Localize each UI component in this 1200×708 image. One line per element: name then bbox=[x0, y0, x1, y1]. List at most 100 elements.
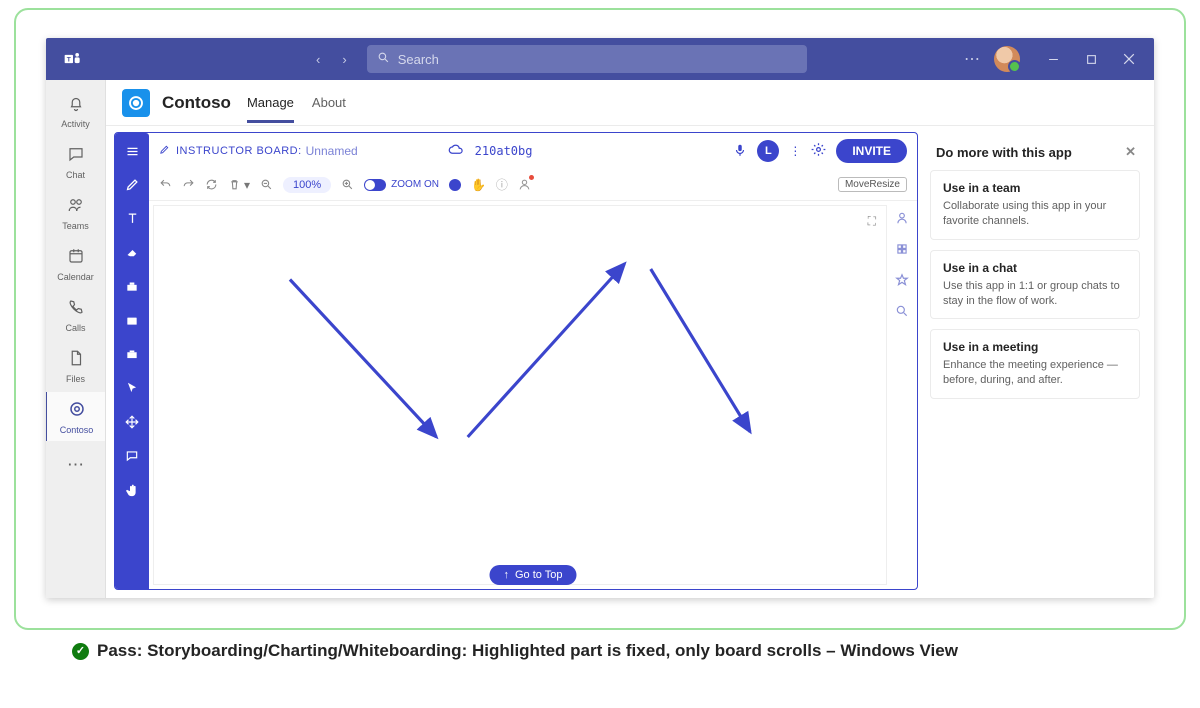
pointer-tool[interactable] bbox=[120, 377, 144, 399]
shapes-tool[interactable] bbox=[120, 275, 144, 297]
rail-label: Calendar bbox=[57, 272, 94, 282]
refresh-button[interactable] bbox=[205, 178, 218, 191]
card-desc: Use this app in 1:1 or group chats to st… bbox=[943, 279, 1127, 309]
side-panel-close-icon[interactable]: ✕ bbox=[1125, 144, 1136, 160]
rail-label: Activity bbox=[61, 119, 90, 129]
participant-icon[interactable] bbox=[895, 211, 909, 228]
titlebar: T ‹ › Search ⋯ bbox=[46, 38, 1154, 80]
kebab-icon[interactable]: ⋮ bbox=[789, 144, 801, 158]
app-header: Contoso Manage About bbox=[106, 80, 1154, 126]
teams-people-icon bbox=[67, 196, 85, 219]
rail-label: Chat bbox=[66, 170, 85, 180]
medkit-tool[interactable] bbox=[120, 309, 144, 331]
undo-button[interactable] bbox=[159, 178, 172, 191]
zoom-on-toggle[interactable]: ZOOM ON bbox=[364, 179, 439, 191]
mic-icon[interactable] bbox=[733, 143, 747, 160]
participants-icon[interactable] bbox=[518, 178, 531, 191]
comment-tool[interactable] bbox=[120, 445, 144, 467]
rail-label: Contoso bbox=[60, 425, 94, 435]
color-picker[interactable] bbox=[449, 179, 461, 191]
move-tool[interactable] bbox=[120, 411, 144, 433]
move-resize-badge[interactable]: MoveResize bbox=[838, 177, 907, 192]
maximize-button[interactable] bbox=[1072, 38, 1110, 80]
bell-icon bbox=[67, 94, 85, 117]
invite-button[interactable]: INVITE bbox=[836, 139, 907, 163]
user-avatar-small[interactable]: L bbox=[757, 140, 779, 162]
caption-text: Pass: Storyboarding/Charting/Whiteboardi… bbox=[97, 640, 958, 663]
board-edit-icon bbox=[159, 144, 170, 158]
pass-check-icon: ✓ bbox=[72, 643, 89, 660]
board-toolbar: ▾ 100% ZOOM ON ✋ ⓘ bbox=[149, 169, 917, 201]
card-title: Use in a chat bbox=[943, 261, 1127, 275]
cloud-sync-icon[interactable] bbox=[448, 142, 463, 160]
info-icon[interactable]: ⓘ bbox=[496, 176, 508, 193]
user-avatar[interactable] bbox=[994, 46, 1020, 72]
pan-tool-icon[interactable]: ✋ bbox=[471, 178, 486, 192]
drawn-arrows bbox=[154, 206, 886, 584]
whiteboard-frame: INSTRUCTOR BOARD: Unnamed 210at0bg L ⋮ bbox=[114, 132, 918, 590]
layers-icon[interactable] bbox=[895, 242, 909, 259]
svg-text:T: T bbox=[67, 57, 71, 64]
caption: ✓ Pass: Storyboarding/Charting/Whiteboar… bbox=[72, 640, 1184, 663]
card-use-in-meeting[interactable]: Use in a meeting Enhance the meeting exp… bbox=[930, 329, 1140, 399]
app-rail: Activity Chat Teams Calendar bbox=[46, 80, 106, 598]
minimize-button[interactable] bbox=[1034, 38, 1072, 80]
card-title: Use in a team bbox=[943, 181, 1127, 195]
hamburger-button[interactable] bbox=[115, 133, 149, 169]
zoom-level[interactable]: 100% bbox=[283, 177, 331, 193]
search-input[interactable]: Search bbox=[367, 45, 807, 73]
rail-item-teams[interactable]: Teams bbox=[46, 188, 106, 237]
zoom-out-button[interactable] bbox=[260, 178, 273, 191]
board-code: 210at0bg bbox=[475, 144, 533, 158]
toolbox-tool[interactable] bbox=[120, 343, 144, 365]
more-button[interactable]: ⋯ bbox=[964, 49, 980, 69]
rail-label: Teams bbox=[62, 221, 89, 231]
card-use-in-chat[interactable]: Use in a chat Use this app in 1:1 or gro… bbox=[930, 250, 1140, 320]
card-title: Use in a meeting bbox=[943, 340, 1127, 354]
more-icon: ⋯ bbox=[67, 455, 84, 475]
zoom-on-label: ZOOM ON bbox=[391, 179, 439, 190]
nav-back-button[interactable]: ‹ bbox=[310, 48, 326, 71]
rail-more-button[interactable]: ⋯ bbox=[46, 447, 106, 483]
rail-item-activity[interactable]: Activity bbox=[46, 86, 106, 135]
hand-tool[interactable] bbox=[120, 479, 144, 501]
phone-icon bbox=[67, 298, 85, 321]
redo-button[interactable] bbox=[182, 178, 195, 191]
star-icon[interactable] bbox=[895, 273, 909, 290]
content-area: Contoso Manage About INSTRUCTOR BOARD: bbox=[106, 80, 1154, 598]
go-to-top-button[interactable]: ↑ Go to Top bbox=[490, 565, 577, 585]
chat-icon bbox=[67, 145, 85, 168]
tool-rail bbox=[115, 169, 149, 589]
rail-item-contoso[interactable]: Contoso bbox=[46, 392, 105, 441]
search-canvas-icon[interactable] bbox=[895, 304, 909, 321]
card-desc: Collaborate using this app in your favor… bbox=[943, 199, 1127, 229]
rail-item-files[interactable]: Files bbox=[46, 341, 106, 390]
tab-manage[interactable]: Manage bbox=[247, 83, 294, 123]
rail-item-chat[interactable]: Chat bbox=[46, 137, 106, 186]
side-panel: Do more with this app ✕ Use in a team Co… bbox=[926, 132, 1144, 590]
close-button[interactable] bbox=[1110, 38, 1148, 80]
tab-about[interactable]: About bbox=[312, 83, 346, 123]
rail-label: Files bbox=[66, 374, 85, 384]
card-desc: Enhance the meeting experience — before,… bbox=[943, 358, 1127, 388]
nav-forward-button[interactable]: › bbox=[336, 48, 352, 71]
board-name[interactable]: Unnamed bbox=[306, 144, 358, 158]
text-tool[interactable] bbox=[120, 207, 144, 229]
zoom-in-button[interactable] bbox=[341, 178, 354, 191]
rail-item-calls[interactable]: Calls bbox=[46, 290, 106, 339]
screenshot-frame: T ‹ › Search ⋯ bbox=[14, 8, 1186, 630]
rail-item-calendar[interactable]: Calendar bbox=[46, 239, 106, 288]
search-icon bbox=[377, 51, 390, 67]
arrow-up-icon: ↑ bbox=[504, 569, 510, 581]
teams-app-window: T ‹ › Search ⋯ bbox=[46, 38, 1154, 598]
side-panel-title: Do more with this app bbox=[936, 145, 1072, 160]
teams-logo-icon: T bbox=[46, 49, 100, 69]
pen-tool[interactable] bbox=[120, 173, 144, 195]
app-name: Contoso bbox=[162, 93, 231, 113]
card-use-in-team[interactable]: Use in a team Collaborate using this app… bbox=[930, 170, 1140, 240]
canvas[interactable]: ⛶ bbox=[153, 205, 887, 585]
delete-button[interactable]: ▾ bbox=[228, 178, 250, 192]
eraser-tool[interactable] bbox=[120, 241, 144, 263]
gear-icon[interactable] bbox=[811, 142, 826, 161]
board-title-label: INSTRUCTOR BOARD: bbox=[176, 145, 302, 157]
